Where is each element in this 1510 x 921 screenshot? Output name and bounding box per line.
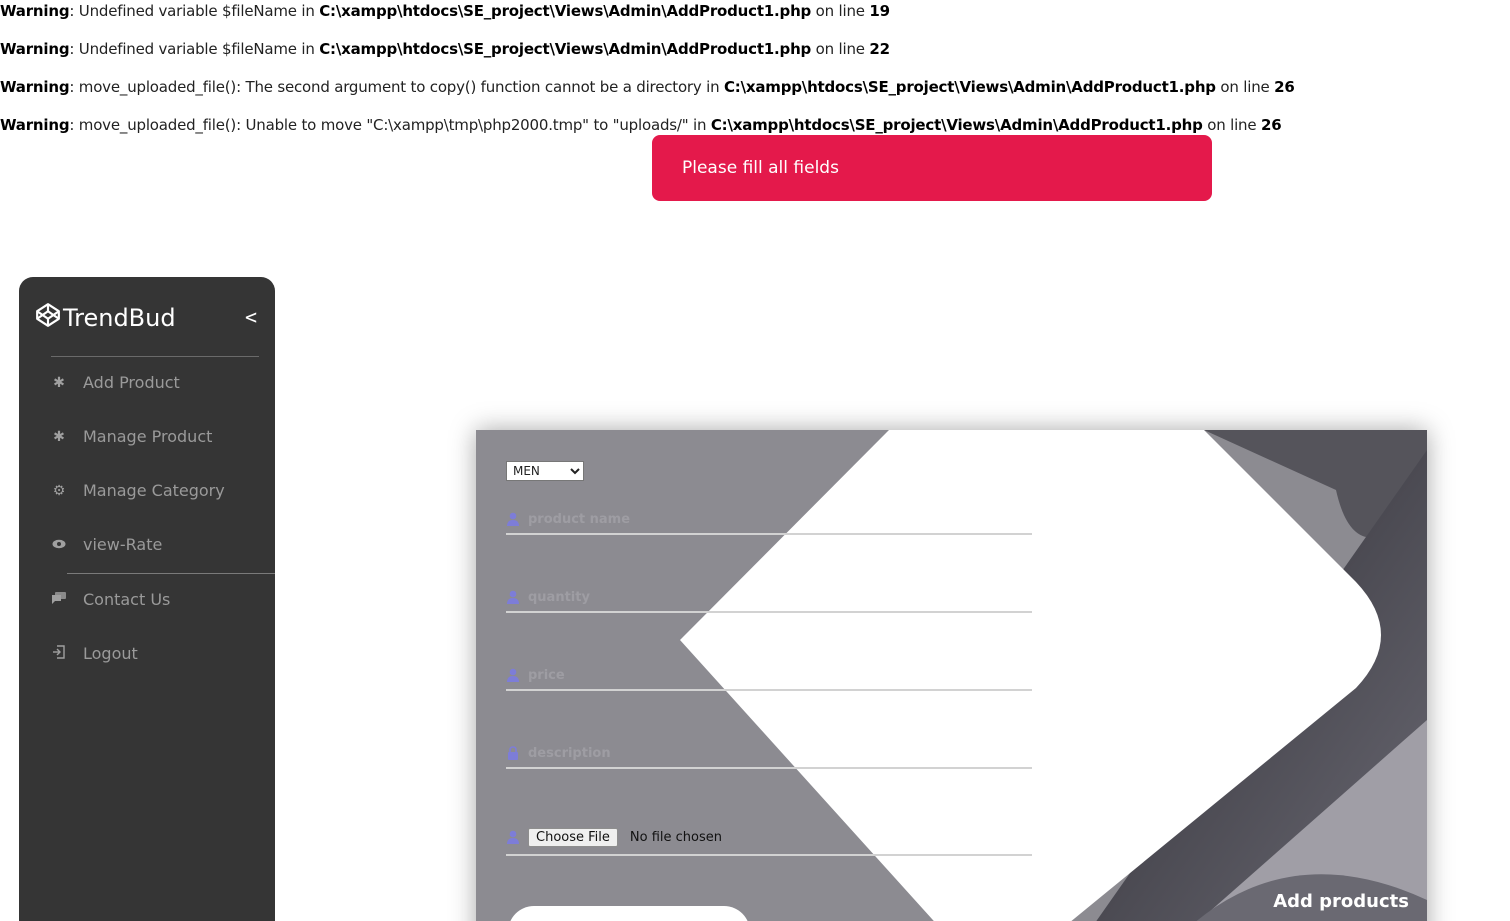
lock-icon [506, 745, 520, 761]
user-icon [506, 511, 520, 527]
sidebar-divider [51, 356, 259, 357]
php-warning: Warning: Undefined variable $fileName in… [0, 40, 890, 58]
php-warning: Warning: move_uploaded_file(): Unable to… [0, 116, 1282, 134]
image-upload-field: Choose File No file chosen [506, 820, 1032, 856]
asterisk-icon: ✱ [53, 428, 65, 445]
sidebar-item-label: view-Rate [83, 535, 163, 554]
category-select[interactable]: MEN [506, 461, 584, 481]
description-field [506, 739, 1032, 769]
choose-file-button[interactable]: Choose File [528, 827, 618, 847]
asterisk-icon: ✱ [53, 374, 65, 391]
sidebar-item-label: Manage Category [83, 481, 225, 500]
description-input[interactable] [528, 745, 1008, 761]
collapse-sidebar-button[interactable]: < [245, 305, 257, 329]
sidebar: TrendBud < ✱ Add Product ✱ Manage Produc… [19, 277, 275, 921]
price-input[interactable] [528, 667, 1008, 683]
sidebar-item-label: Add Product [83, 373, 180, 392]
sidebar-item-logout[interactable]: Logout [51, 644, 138, 663]
sidebar-item-view-rate[interactable]: view-Rate [51, 535, 162, 554]
user-icon [506, 829, 520, 845]
sidebar-item-contact-us[interactable]: Contact Us [51, 590, 170, 609]
chat-icon [51, 591, 67, 608]
php-warning: Warning: move_uploaded_file(): The secon… [0, 78, 1295, 96]
php-warning: Warning: Undefined variable $fileName in… [0, 2, 890, 20]
brand-name: TrendBud [63, 304, 176, 332]
error-alert: Please fill all fields [652, 135, 1212, 201]
user-icon [506, 589, 520, 605]
quantity-field [506, 583, 1032, 613]
card-title: Add products [1273, 891, 1409, 912]
sidebar-divider [67, 573, 275, 574]
sidebar-item-label: Logout [83, 644, 138, 663]
logout-icon [51, 644, 67, 663]
sidebar-item-manage-product[interactable]: ✱ Manage Product [51, 427, 212, 446]
sidebar-item-label: Manage Product [83, 427, 213, 446]
file-status: No file chosen [629, 829, 722, 845]
price-field [506, 661, 1032, 691]
gear-icon: ⚙ [52, 482, 66, 499]
alert-text: Please fill all fields [682, 158, 839, 178]
brand[interactable]: TrendBud [35, 302, 176, 334]
sidebar-item-label: Contact Us [83, 590, 171, 609]
codepen-logo-icon [35, 302, 61, 334]
user-icon [506, 667, 520, 683]
sidebar-item-add-product[interactable]: ✱ Add Product [51, 373, 180, 392]
submit-button[interactable] [508, 906, 750, 921]
quantity-input[interactable] [528, 589, 1008, 605]
add-product-card: MEN Choose File No file chosen Add produ… [476, 430, 1427, 921]
product-name-input[interactable] [528, 511, 1008, 527]
sidebar-item-manage-category[interactable]: ⚙ Manage Category [51, 481, 225, 500]
product-name-field [506, 505, 1032, 535]
eye-icon [51, 537, 67, 553]
